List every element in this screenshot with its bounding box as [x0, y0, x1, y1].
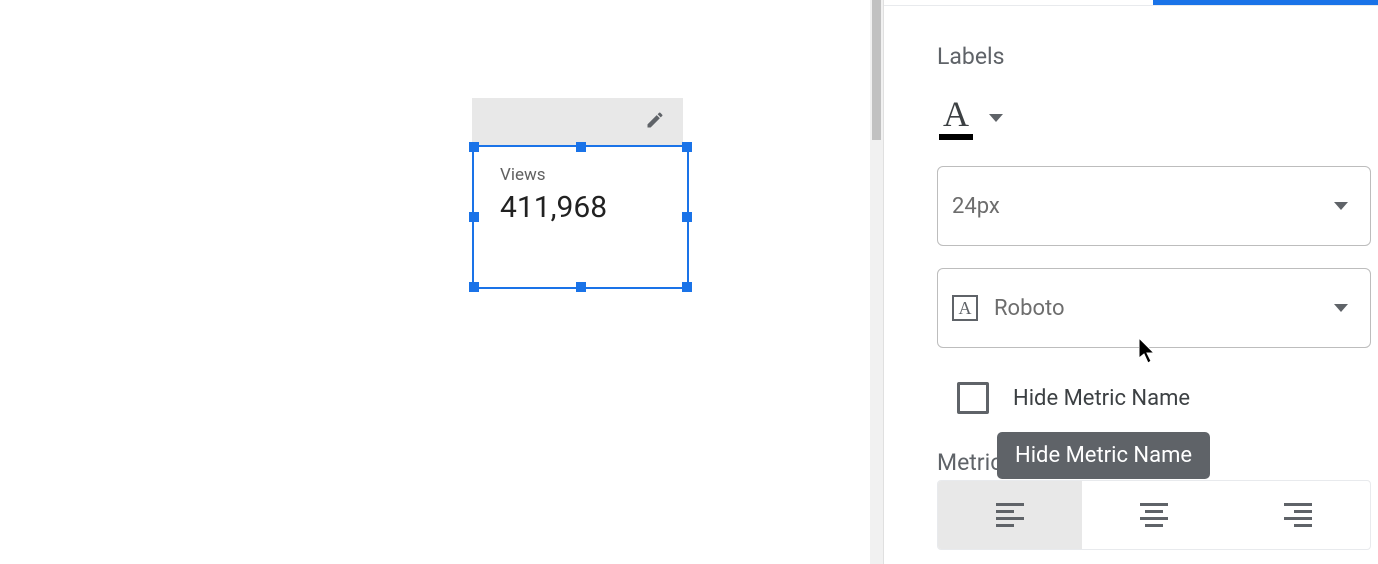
align-center-icon [1140, 503, 1168, 527]
align-center-button[interactable] [1082, 481, 1226, 549]
font-family-value: Roboto [994, 296, 1065, 321]
font-size-value: 24px [952, 194, 1000, 219]
metric-section-label: Metric [937, 449, 1002, 476]
resize-handle-bottom-middle[interactable] [576, 282, 586, 292]
alignment-button-group [937, 480, 1371, 550]
properties-panel: Labels A 24px A Roboto Hide Metric Name … [883, 0, 1378, 564]
metric-name-label: Views [500, 165, 661, 185]
labels-section-title: Labels [937, 43, 1004, 70]
align-right-button[interactable] [1226, 481, 1370, 549]
metric-value: 411,968 [500, 190, 661, 225]
font-family-select[interactable]: A Roboto [937, 268, 1371, 348]
hide-metric-name-checkbox-row[interactable]: Hide Metric Name [957, 382, 1190, 414]
tooltip: Hide Metric Name [997, 432, 1210, 479]
resize-handle-middle-left[interactable] [469, 212, 479, 222]
resize-handle-top-middle[interactable] [576, 142, 586, 152]
tab-divider [884, 5, 1378, 6]
font-color-icon: A [939, 96, 973, 140]
chevron-down-icon [1334, 304, 1348, 312]
scrollbar-thumb[interactable] [872, 0, 881, 140]
align-left-icon [996, 503, 1024, 527]
align-right-icon [1284, 503, 1312, 527]
resize-handle-top-left[interactable] [469, 142, 479, 152]
hide-metric-name-checkbox[interactable] [957, 382, 989, 414]
font-size-select[interactable]: 24px [937, 166, 1371, 246]
align-left-button[interactable] [938, 481, 1082, 549]
hide-metric-name-label: Hide Metric Name [1013, 386, 1190, 411]
resize-handle-bottom-left[interactable] [469, 282, 479, 292]
font-color-picker[interactable]: A [939, 96, 1003, 140]
edit-icon[interactable] [645, 110, 665, 134]
resize-handle-bottom-right[interactable] [682, 282, 692, 292]
mouse-cursor [1139, 338, 1159, 368]
chevron-down-icon [989, 114, 1003, 122]
canvas-area[interactable]: Views 411,968 [0, 0, 870, 564]
font-icon: A [952, 295, 978, 321]
widget-toolbar [472, 98, 683, 145]
resize-handle-top-right[interactable] [682, 142, 692, 152]
canvas-scrollbar[interactable] [870, 0, 883, 564]
scorecard-widget[interactable]: Views 411,968 [472, 145, 689, 289]
chevron-down-icon [1334, 202, 1348, 210]
scorecard-widget-selected[interactable]: Views 411,968 [472, 98, 683, 145]
resize-handle-middle-right[interactable] [682, 212, 692, 222]
